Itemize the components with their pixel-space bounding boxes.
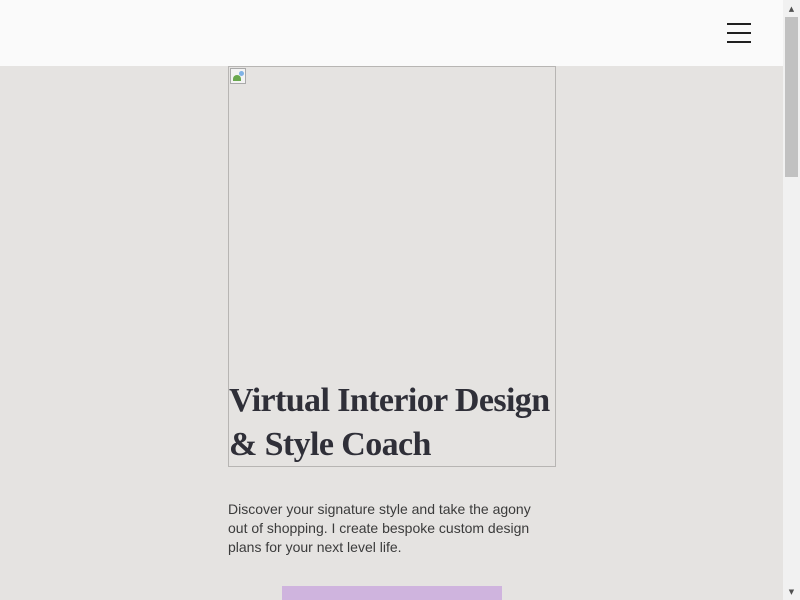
hero-title: Virtual Interior Design & Style Coach: [229, 382, 550, 463]
menu-icon-bar: [727, 32, 751, 34]
broken-image-icon: [230, 68, 246, 84]
hero-image-frame: Virtual Interior Design & Style Coach: [228, 66, 556, 467]
scrollbar-thumb[interactable]: [785, 17, 798, 177]
site-header: [0, 0, 783, 66]
cta-button[interactable]: [282, 586, 502, 600]
hamburger-menu-button[interactable]: [723, 20, 755, 46]
scroll-down-arrow-icon[interactable]: ▼: [783, 583, 800, 600]
intro-paragraph: Discover your signature style and take t…: [228, 501, 531, 555]
vertical-scrollbar[interactable]: ▲ ▼: [783, 0, 800, 600]
menu-icon-bar: [727, 41, 751, 43]
scroll-up-arrow-icon[interactable]: ▲: [783, 0, 800, 17]
menu-icon-bar: [727, 23, 751, 25]
